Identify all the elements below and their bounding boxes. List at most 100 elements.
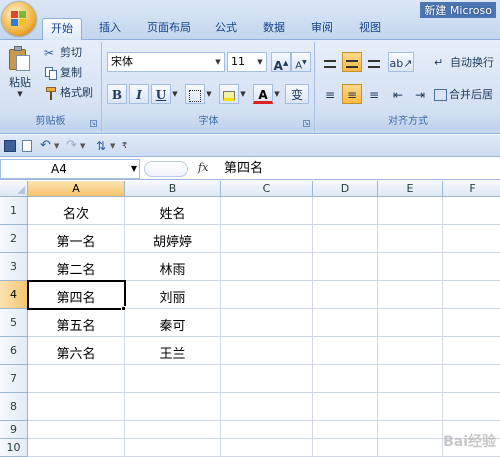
cell-a9[interactable] bbox=[28, 421, 125, 439]
cell-d7[interactable] bbox=[313, 365, 378, 393]
column-header-f[interactable]: F bbox=[443, 181, 500, 197]
format-painter-button[interactable]: 格式刷 bbox=[44, 84, 93, 102]
row-header-5[interactable]: 5 bbox=[0, 309, 28, 337]
merge-center-button[interactable]: 合并后居 bbox=[434, 86, 493, 104]
column-header-b[interactable]: B bbox=[125, 181, 221, 197]
cell-c3[interactable] bbox=[221, 253, 313, 281]
cell-f7[interactable] bbox=[443, 365, 500, 393]
tab-home[interactable]: 开始 bbox=[42, 18, 82, 41]
align-top-button[interactable] bbox=[320, 52, 340, 72]
fill-color-button[interactable] bbox=[219, 84, 239, 104]
underline-button[interactable]: U bbox=[151, 84, 171, 104]
cell-b9[interactable] bbox=[125, 421, 221, 439]
grow-font-button[interactable]: A▲ bbox=[271, 52, 291, 73]
tab-insert[interactable]: 插入 bbox=[90, 18, 130, 40]
row-header-7[interactable]: 7 bbox=[0, 365, 28, 393]
chevron-down-icon[interactable]: ▼ bbox=[54, 138, 59, 154]
tab-data[interactable]: 数据 bbox=[254, 18, 294, 40]
worksheet-grid[interactable]: A B C D E F 1 2 3 4 5 6 7 8 9 10 名次 姓名 第一名… bbox=[0, 181, 500, 457]
cell-e5[interactable] bbox=[378, 309, 443, 337]
wrap-text-button[interactable]: ↵ 自动换行 bbox=[434, 54, 494, 72]
cell-b3[interactable]: 林雨 bbox=[125, 253, 221, 281]
decrease-indent-button[interactable]: ⇤ bbox=[388, 84, 408, 104]
formula-input[interactable]: 第四名 bbox=[220, 159, 500, 179]
cell-b1[interactable]: 姓名 bbox=[125, 197, 221, 225]
cut-button[interactable]: ✂ 剪切 bbox=[44, 44, 82, 62]
cell-c1[interactable] bbox=[221, 197, 313, 225]
cell-f6[interactable] bbox=[443, 337, 500, 365]
font-size-combo[interactable]: 11 ▼ bbox=[227, 52, 267, 72]
cell-e6[interactable] bbox=[378, 337, 443, 365]
cell-a8[interactable] bbox=[28, 393, 125, 421]
bold-button[interactable]: B bbox=[107, 84, 127, 104]
row-header-1[interactable]: 1 bbox=[0, 197, 28, 225]
tab-review[interactable]: 审阅 bbox=[302, 18, 342, 40]
cell-a1[interactable]: 名次 bbox=[28, 197, 125, 225]
sort-icon[interactable]: ⇅ bbox=[96, 138, 106, 154]
cell-d3[interactable] bbox=[313, 253, 378, 281]
row-header-9[interactable]: 9 bbox=[0, 421, 28, 439]
orientation-button[interactable]: ab↗ bbox=[388, 52, 414, 72]
cell-d4[interactable] bbox=[313, 281, 378, 309]
customize-toolbar-icon[interactable]: ₹ bbox=[122, 138, 127, 154]
chevron-down-icon[interactable]: ▼ bbox=[171, 84, 179, 104]
cell-d1[interactable] bbox=[313, 197, 378, 225]
cell-e3[interactable] bbox=[378, 253, 443, 281]
increase-indent-button[interactable]: ⇥ bbox=[410, 84, 430, 104]
cell-a10[interactable] bbox=[28, 439, 125, 457]
cell-b5[interactable]: 秦可 bbox=[125, 309, 221, 337]
column-header-a[interactable]: A bbox=[28, 181, 125, 197]
align-bottom-button[interactable] bbox=[364, 52, 384, 72]
cell-c7[interactable] bbox=[221, 365, 313, 393]
tab-view[interactable]: 视图 bbox=[350, 18, 390, 40]
chevron-down-icon[interactable]: ▼ bbox=[131, 160, 137, 178]
chevron-down-icon[interactable]: ▼ bbox=[273, 84, 281, 104]
cell-c6[interactable] bbox=[221, 337, 313, 365]
cell-e2[interactable] bbox=[378, 225, 443, 253]
row-header-8[interactable]: 8 bbox=[0, 393, 28, 421]
cell-c8[interactable] bbox=[221, 393, 313, 421]
align-right-button[interactable]: ≡ bbox=[364, 84, 384, 104]
cell-e7[interactable] bbox=[378, 365, 443, 393]
row-header-4[interactable]: 4 bbox=[0, 281, 28, 309]
chevron-down-icon[interactable]: ▼ bbox=[80, 138, 85, 154]
copy-button[interactable]: 复制 bbox=[44, 64, 82, 82]
row-header-2[interactable]: 2 bbox=[0, 225, 28, 253]
cell-b10[interactable] bbox=[125, 439, 221, 457]
cell-b8[interactable] bbox=[125, 393, 221, 421]
cell-a2[interactable]: 第一名 bbox=[28, 225, 125, 253]
cell-b4[interactable]: 刘丽 bbox=[125, 281, 221, 309]
column-header-c[interactable]: C bbox=[221, 181, 313, 197]
cell-a5[interactable]: 第五名 bbox=[28, 309, 125, 337]
cell-c9[interactable] bbox=[221, 421, 313, 439]
italic-button[interactable]: I bbox=[129, 84, 149, 104]
cell-f3[interactable] bbox=[443, 253, 500, 281]
fill-handle[interactable] bbox=[121, 306, 126, 311]
row-header-6[interactable]: 6 bbox=[0, 337, 28, 365]
cell-f4[interactable] bbox=[443, 281, 500, 309]
phonetic-guide-button[interactable]: 变 bbox=[285, 84, 309, 104]
cell-f1[interactable] bbox=[443, 197, 500, 225]
cell-e8[interactable] bbox=[378, 393, 443, 421]
cell-a7[interactable] bbox=[28, 365, 125, 393]
cell-d10[interactable] bbox=[313, 439, 378, 457]
cell-e4[interactable] bbox=[378, 281, 443, 309]
column-header-e[interactable]: E bbox=[378, 181, 443, 197]
row-header-10[interactable]: 10 bbox=[0, 439, 28, 457]
chevron-down-icon[interactable]: ▼ bbox=[239, 84, 247, 104]
cell-e9[interactable] bbox=[378, 421, 443, 439]
cell-d8[interactable] bbox=[313, 393, 378, 421]
font-color-button[interactable]: A bbox=[253, 84, 273, 104]
dialog-launcher-icon[interactable]: ↘ bbox=[303, 120, 310, 127]
chevron-down-icon[interactable]: ▼ bbox=[212, 53, 224, 71]
align-left-button[interactable]: ≡ bbox=[320, 84, 340, 104]
select-all-button[interactable] bbox=[0, 181, 28, 197]
cell-f8[interactable] bbox=[443, 393, 500, 421]
cell-d6[interactable] bbox=[313, 337, 378, 365]
insert-function-icon[interactable]: fx bbox=[198, 161, 208, 174]
column-header-d[interactable]: D bbox=[313, 181, 378, 197]
cell-b6[interactable]: 王兰 bbox=[125, 337, 221, 365]
chevron-down-icon[interactable]: ▼ bbox=[254, 53, 266, 71]
row-header-3[interactable]: 3 bbox=[0, 253, 28, 281]
cell-c4[interactable] bbox=[221, 281, 313, 309]
